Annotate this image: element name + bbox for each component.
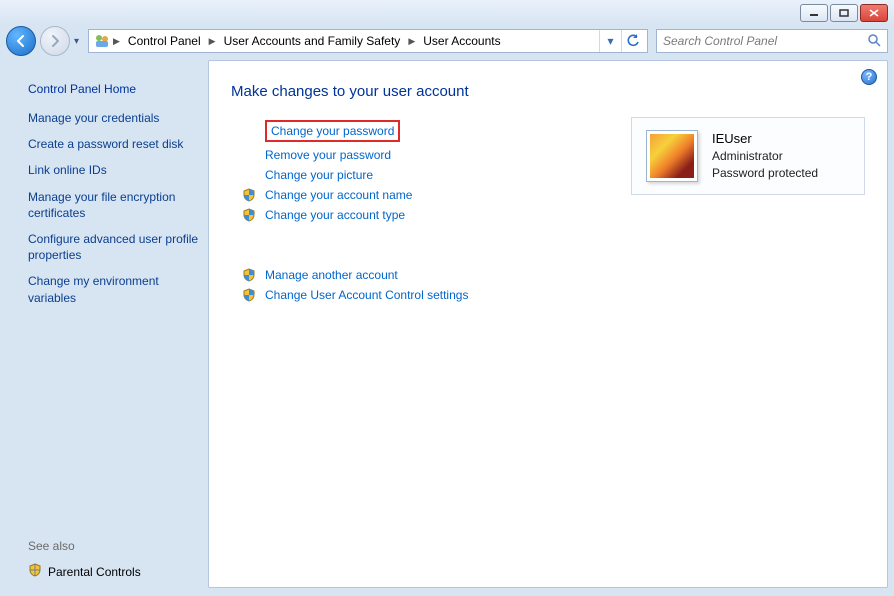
sidebar-link-env-variables[interactable]: Change my environment variables	[28, 273, 200, 305]
task-change-account-name[interactable]: Change your account name	[265, 188, 412, 202]
highlighted-task: Change your password	[265, 120, 400, 142]
shield-icon	[241, 188, 257, 202]
task-remove-password[interactable]: Remove your password	[265, 148, 391, 162]
breadcrumb-user-accounts-family[interactable]: User Accounts and Family Safety	[218, 34, 407, 48]
forward-button[interactable]	[40, 26, 70, 56]
task-change-picture[interactable]: Change your picture	[265, 168, 373, 182]
breadcrumb-control-panel[interactable]: Control Panel	[122, 34, 207, 48]
minimize-button[interactable]	[800, 4, 828, 22]
user-role: Administrator	[712, 148, 818, 165]
shield-icon	[28, 563, 42, 580]
sidebar-item-label: Parental Controls	[48, 565, 141, 579]
sidebar-link-parental-controls[interactable]: Parental Controls	[28, 563, 200, 580]
sidebar-link-file-encryption[interactable]: Manage your file encryption certificates	[28, 189, 200, 221]
sidebar: Control Panel Home Manage your credentia…	[6, 60, 208, 588]
shield-icon	[241, 208, 257, 222]
search-placeholder: Search Control Panel	[663, 34, 777, 48]
user-name: IEUser	[712, 130, 818, 148]
search-input[interactable]: Search Control Panel	[656, 29, 888, 53]
task-change-uac-settings[interactable]: Change User Account Control settings	[265, 288, 468, 302]
page-title: Make changes to your user account	[231, 83, 869, 100]
breadcrumb-user-accounts[interactable]: User Accounts	[417, 34, 506, 48]
task-change-account-type[interactable]: Change your account type	[265, 208, 405, 222]
toolbar: ▾ ▶ Control Panel ▶ User Accounts and Fa…	[0, 26, 894, 56]
window-titlebar	[0, 0, 894, 26]
user-picture	[650, 134, 694, 178]
user-password-status: Password protected	[712, 165, 818, 182]
see-also-heading: See also	[28, 539, 200, 553]
help-button[interactable]: ?	[861, 69, 877, 85]
sidebar-link-link-online-ids[interactable]: Link online IDs	[28, 162, 200, 178]
main-pane: ? Make changes to your user account Chan…	[208, 60, 888, 588]
task-change-password[interactable]: Change your password	[271, 124, 394, 138]
user-info: IEUser Administrator Password protected	[712, 130, 818, 182]
users-icon	[93, 32, 111, 50]
close-button[interactable]	[860, 4, 888, 22]
content-area: Control Panel Home Manage your credentia…	[0, 56, 894, 596]
maximize-button[interactable]	[830, 4, 858, 22]
shield-icon	[241, 288, 257, 302]
shield-icon	[241, 268, 257, 282]
user-picture-frame[interactable]	[646, 130, 698, 182]
back-button[interactable]	[6, 26, 36, 56]
chevron-right-icon[interactable]: ▶	[111, 36, 122, 47]
control-panel-home-link[interactable]: Control Panel Home	[28, 82, 200, 96]
user-account-card: IEUser Administrator Password protected	[631, 117, 865, 195]
search-icon[interactable]	[867, 33, 881, 50]
address-dropdown-button[interactable]: ▾	[599, 30, 621, 52]
sidebar-link-advanced-profile[interactable]: Configure advanced user profile properti…	[28, 231, 200, 263]
task-manage-another-account[interactable]: Manage another account	[265, 268, 398, 282]
nav-history-dropdown[interactable]: ▾	[74, 36, 84, 47]
address-bar[interactable]: ▶ Control Panel ▶ User Accounts and Fami…	[88, 29, 648, 53]
chevron-right-icon[interactable]: ▶	[207, 36, 218, 47]
refresh-button[interactable]	[621, 30, 643, 52]
chevron-right-icon[interactable]: ▶	[406, 36, 417, 47]
sidebar-link-password-reset-disk[interactable]: Create a password reset disk	[28, 136, 200, 152]
sidebar-link-manage-credentials[interactable]: Manage your credentials	[28, 110, 200, 126]
